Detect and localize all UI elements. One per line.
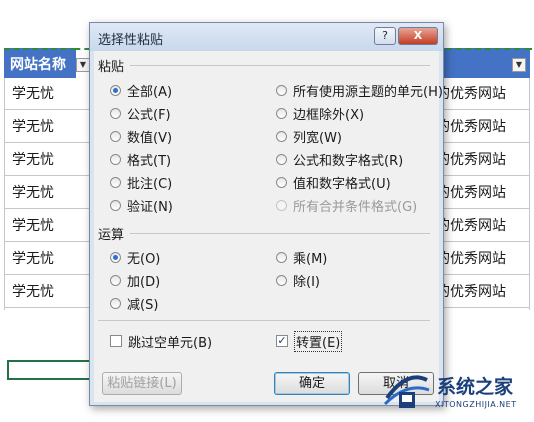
filter-dropdown-icon[interactable]: ▼	[76, 58, 90, 72]
radio-button-icon[interactable]	[110, 297, 121, 309]
table-cell[interactable]: 学无忧	[4, 111, 92, 143]
dialog-body: 粘贴 全部(A) 公式(F) 数值(V) 格式(T) 批注(C) 验证(N) 所…	[94, 51, 443, 402]
radio-button-icon[interactable]	[276, 153, 287, 165]
radio-paste-all[interactable]: 全部(A)	[110, 81, 173, 100]
table-cell[interactable]: 的优秀网站	[436, 111, 530, 143]
option-label: 公式和数字格式(R)	[293, 153, 404, 169]
table-cell[interactable]: 学无忧	[4, 177, 92, 209]
radio-paste-no-borders[interactable]: 边框除外(X)	[276, 104, 365, 123]
radio-button-icon[interactable]	[110, 176, 121, 188]
radio-paste-merge-conditional-formats: 所有合并条件格式(G)	[276, 196, 418, 215]
table-cell[interactable]: 学无忧	[4, 144, 92, 176]
table-cell[interactable]: 的优秀网站	[436, 276, 530, 308]
section-divider	[98, 320, 430, 321]
radio-button-icon[interactable]	[276, 176, 287, 188]
option-label: 加(D)	[127, 274, 161, 290]
radio-button-icon[interactable]	[276, 251, 287, 263]
table-cell[interactable]: 的优秀网站	[436, 243, 530, 275]
radio-button-icon	[276, 199, 287, 211]
radio-operation-none[interactable]: 无(O)	[110, 248, 161, 267]
option-label: 格式(T)	[127, 153, 172, 169]
option-label: 所有使用源主题的单元(H)	[293, 84, 443, 100]
checkmark-icon[interactable]: ✓	[276, 335, 288, 347]
table-cell[interactable]: 的优秀网站	[436, 78, 530, 110]
help-button[interactable]: ?	[374, 27, 396, 45]
option-label: 批注(C)	[127, 176, 173, 192]
radio-operation-add[interactable]: 加(D)	[110, 271, 161, 290]
radio-paste-values-number-formats[interactable]: 值和数字格式(U)	[276, 173, 391, 192]
radio-operation-divide[interactable]: 除(I)	[276, 271, 320, 290]
radio-operation-subtract[interactable]: 减(S)	[110, 294, 159, 313]
radio-button-icon[interactable]	[110, 251, 121, 263]
close-button[interactable]: X	[398, 27, 438, 45]
radio-button-icon[interactable]	[276, 274, 287, 286]
radio-button-icon[interactable]	[276, 84, 287, 96]
table-cell[interactable]: 学无忧	[4, 243, 92, 275]
radio-paste-formats[interactable]: 格式(T)	[110, 150, 172, 169]
radio-button-icon[interactable]	[276, 107, 287, 119]
radio-button-icon[interactable]	[110, 84, 121, 96]
radio-button-icon[interactable]	[276, 130, 287, 142]
watermark-text: 系统之家	[437, 376, 514, 398]
option-label: 全部(A)	[127, 84, 173, 100]
option-label: 公式(F)	[127, 107, 171, 123]
section-divider	[130, 233, 430, 234]
radio-button-icon[interactable]	[110, 274, 121, 286]
option-label: 转置(E)	[294, 330, 343, 352]
active-cell-selection[interactable]	[7, 360, 93, 380]
paste-link-button: 粘贴链接(L)	[102, 372, 182, 395]
filter-dropdown-icon[interactable]: ▼	[512, 58, 526, 72]
watermark-url: XITONGZHIJIA.NET	[435, 400, 517, 409]
dialog-titlebar[interactable]: 选择性粘贴 ? X	[90, 23, 443, 51]
table-cell[interactable]: 学无忧	[4, 210, 92, 242]
option-label: 除(I)	[293, 274, 320, 290]
radio-button-icon[interactable]	[110, 130, 121, 142]
option-label: 无(O)	[127, 251, 161, 267]
checkbox-icon[interactable]	[110, 335, 122, 347]
dialog-title: 选择性粘贴	[98, 33, 164, 48]
option-label: 乘(M)	[293, 251, 328, 267]
section-divider	[130, 65, 430, 66]
radio-paste-comments[interactable]: 批注(C)	[110, 173, 173, 192]
table-cell[interactable]: 的优秀网站	[436, 177, 530, 209]
option-label: 边框除外(X)	[293, 107, 365, 123]
watermark-logo-icon	[383, 375, 430, 408]
paste-special-dialog: 选择性粘贴 ? X 粘贴 全部(A) 公式(F) 数值(V) 格式(T) 批注(…	[89, 22, 444, 406]
ok-button[interactable]: 确定	[274, 372, 350, 395]
option-label: 减(S)	[127, 297, 159, 313]
radio-button-icon[interactable]	[110, 199, 121, 211]
table-cell[interactable]: 学无忧	[4, 78, 92, 110]
radio-paste-validation[interactable]: 验证(N)	[110, 196, 173, 215]
radio-button-icon[interactable]	[110, 107, 121, 119]
operation-section-label: 运算	[98, 228, 125, 243]
option-label: 跳过空单元(B)	[128, 335, 213, 351]
table-cell[interactable]: 学无忧	[4, 276, 92, 308]
option-label: 值和数字格式(U)	[293, 176, 391, 192]
skip-blanks-checkbox[interactable]: 跳过空单元(B)	[110, 332, 213, 351]
radio-paste-formulas[interactable]: 公式(F)	[110, 104, 171, 123]
radio-paste-values[interactable]: 数值(V)	[110, 127, 173, 146]
radio-paste-formulas-number-formats[interactable]: 公式和数字格式(R)	[276, 150, 404, 169]
option-label: 所有合并条件格式(G)	[293, 199, 418, 215]
table-cell[interactable]: 的优秀网站	[436, 210, 530, 242]
column-header-site-name[interactable]: 网站名称	[4, 48, 76, 78]
radio-paste-source-theme[interactable]: 所有使用源主题的单元(H)	[276, 81, 443, 100]
option-label: 验证(N)	[127, 199, 173, 215]
option-label: 数值(V)	[127, 130, 173, 146]
option-label: 列宽(W)	[293, 130, 342, 146]
transpose-checkbox[interactable]: ✓ 转置(E)	[276, 330, 343, 352]
watermark: 系统之家 XITONGZHIJIA.NET	[381, 368, 531, 418]
radio-paste-column-widths[interactable]: 列宽(W)	[276, 127, 342, 146]
paste-section-label: 粘贴	[98, 60, 125, 75]
radio-operation-multiply[interactable]: 乘(M)	[276, 248, 328, 267]
table-cell[interactable]: 的优秀网站	[436, 144, 530, 176]
radio-button-icon[interactable]	[110, 153, 121, 165]
